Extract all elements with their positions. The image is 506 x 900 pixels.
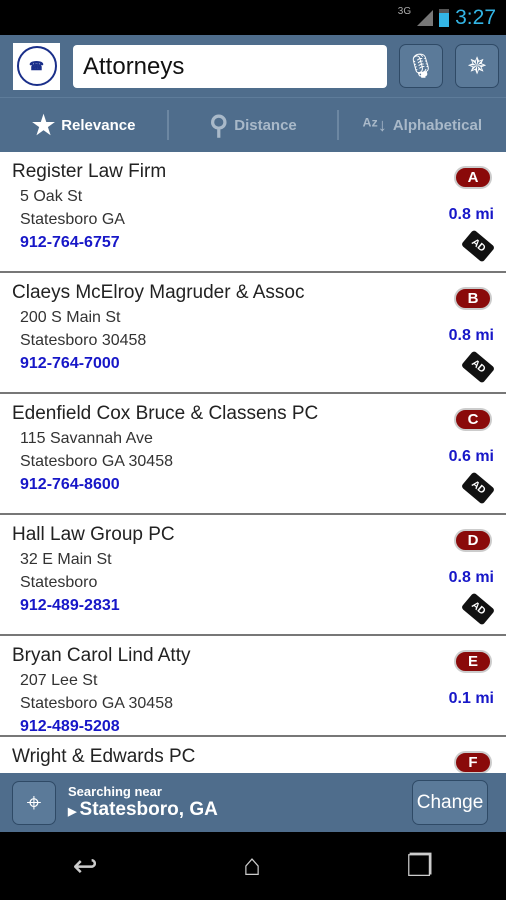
list-item[interactable]: Edenfield Cox Bruce & Classens PC 115 Sa… <box>0 394 506 515</box>
list-item[interactable]: Wright & Edwards PC F <box>0 737 506 773</box>
map-marker-badge: D <box>454 529 492 552</box>
listing-phone[interactable]: 912-489-2831 <box>20 597 494 615</box>
star-icon: ★ <box>31 109 56 140</box>
network-type: 3G <box>397 6 412 17</box>
back-icon[interactable]: ↩ <box>73 849 98 884</box>
listing-distance: 0.1 mi <box>448 690 494 707</box>
battery-icon <box>439 8 450 27</box>
listing-name: Claeys McElroy Magruder & Assoc <box>12 282 305 303</box>
listing-phone[interactable]: 912-764-8600 <box>20 476 494 494</box>
listing-name: Wright & Edwards PC <box>12 746 196 767</box>
listing-address: 5 Oak St <box>20 188 83 205</box>
sort-bar: ★ Relevance ⚲ Distance ᴬᶻ↓ Alphabetical <box>0 97 506 152</box>
list-item[interactable]: Bryan Carol Lind Atty 207 Lee St Statesb… <box>0 636 506 737</box>
results-list[interactable]: Register Law Firm 5 Oak St Statesboro GA… <box>0 152 506 773</box>
microphone-icon: 🎙 <box>405 52 437 80</box>
searching-near-label: Searching near <box>68 784 162 799</box>
current-location-button[interactable]: ⌖ <box>12 780 56 825</box>
listing-address: 115 Savannah Ave <box>20 430 153 447</box>
sort-alphabetical[interactable]: ᴬᶻ↓ Alphabetical <box>339 115 506 136</box>
header: ☎ Attorneys 🎙 ✵ <box>0 35 506 97</box>
listing-city: Statesboro GA 30458 <box>20 695 173 712</box>
listing-address: 32 E Main St <box>20 551 112 568</box>
sort-relevance[interactable]: ★ Relevance <box>0 110 167 141</box>
listing-name: Bryan Carol Lind Atty <box>12 645 191 666</box>
map-marker-badge: C <box>454 408 492 431</box>
compass-button[interactable]: ✵ <box>455 44 499 88</box>
clock: 3:27 <box>455 5 496 29</box>
sort-label: Alphabetical <box>392 116 483 134</box>
sort-label: Relevance <box>61 116 136 134</box>
listing-distance: 0.8 mi <box>448 206 494 223</box>
recent-apps-icon[interactable]: ❐ <box>406 849 433 884</box>
app-logo: ☎ <box>13 42 60 90</box>
listing-distance: 0.6 mi <box>448 448 494 465</box>
search-input[interactable]: Attorneys <box>73 44 387 88</box>
listing-name: Register Law Firm <box>12 161 167 182</box>
listing-distance: 0.8 mi <box>448 327 494 344</box>
home-icon[interactable]: ⌂ <box>243 849 261 883</box>
listing-address: 207 Lee St <box>20 672 98 689</box>
status-bar: 3G 3:27 <box>0 0 506 35</box>
crosshair-icon: ⌖ <box>26 786 42 817</box>
location-name: Statesboro, GA <box>79 799 218 820</box>
az-sort-icon: ᴬᶻ↓ <box>362 114 387 135</box>
signal-icon <box>417 9 434 26</box>
listing-name: Hall Law Group PC <box>12 524 175 545</box>
listing-phone[interactable]: 912-764-7000 <box>20 355 494 373</box>
list-item[interactable]: Claeys McElroy Magruder & Assoc 200 S Ma… <box>0 273 506 394</box>
location-bar: ⌖ Searching near ▶ Statesboro, GA Change <box>0 773 506 832</box>
voice-search-button[interactable]: 🎙 <box>399 44 443 88</box>
map-pins-icon: ⚲ <box>209 109 229 140</box>
list-item[interactable]: Register Law Firm 5 Oak St Statesboro GA… <box>0 152 506 273</box>
change-location-button[interactable]: Change <box>412 780 488 825</box>
map-marker-badge: A <box>454 166 492 189</box>
map-marker-badge: E <box>454 650 492 673</box>
listing-phone[interactable]: 912-489-5208 <box>20 718 494 736</box>
navigation-bar: ↩ ⌂ ❐ <box>0 832 506 900</box>
listing-distance: 0.8 mi <box>448 569 494 586</box>
searching-near: Searching near ▶ Statesboro, GA <box>68 784 412 821</box>
sort-distance[interactable]: ⚲ Distance <box>169 110 336 141</box>
list-item[interactable]: Hall Law Group PC 32 E Main St Statesbor… <box>0 515 506 636</box>
listing-city: Statesboro 30458 <box>20 332 147 349</box>
compass-icon: ✵ <box>466 52 488 80</box>
triangle-right-icon: ▶ <box>68 806 80 818</box>
map-marker-badge: F <box>454 751 492 773</box>
listing-city: Statesboro <box>20 574 98 591</box>
listing-name: Edenfield Cox Bruce & Classens PC <box>12 403 319 424</box>
listing-address: 200 S Main St <box>20 309 121 326</box>
listing-city: Statesboro GA 30458 <box>20 453 173 470</box>
listing-city: Statesboro GA <box>20 211 125 228</box>
listing-phone[interactable]: 912-764-6757 <box>20 234 494 252</box>
map-marker-badge: B <box>454 287 492 310</box>
sort-label: Distance <box>234 116 297 134</box>
